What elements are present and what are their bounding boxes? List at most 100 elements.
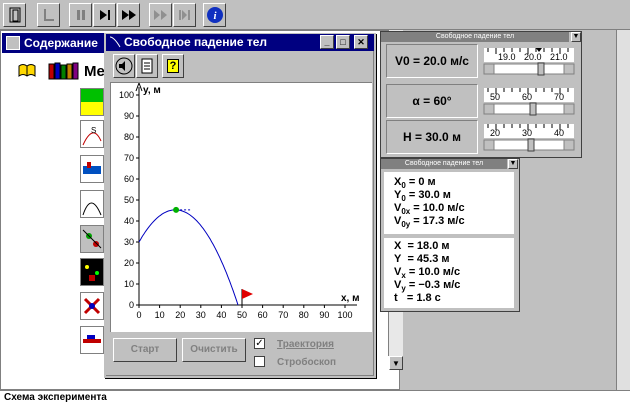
svg-text:30: 30 <box>522 128 532 138</box>
parameters-menu-icon[interactable]: ▼ <box>571 32 581 42</box>
minimize-icon[interactable]: _ <box>320 35 334 49</box>
window-icon <box>109 36 121 48</box>
result-initial-3: V0y = 17.3 м/с <box>394 215 465 230</box>
step-forward-icon[interactable] <box>93 3 116 27</box>
svg-text:40: 40 <box>554 128 564 138</box>
thumbnail-3[interactable] <box>80 155 104 183</box>
svg-text:S: S <box>91 126 96 135</box>
x-tick-label: 10 <box>155 310 165 320</box>
y-tick-label: 10 <box>124 279 134 289</box>
open-book-icon[interactable] <box>18 63 36 80</box>
books-icon[interactable] <box>48 62 80 83</box>
x-tick-label: 30 <box>196 310 206 320</box>
results-menu-icon[interactable]: ▼ <box>508 159 518 169</box>
help-title-bar: Содержание <box>2 33 105 53</box>
v0-label: V0 = 20.0 м/с <box>395 54 469 68</box>
trajectory-chart: 0 10 20 30 40 50 60 70 80 90 100 0 10 20 30 40 50 60 70 80 9… <box>119 81 360 320</box>
help-button[interactable]: ? <box>162 54 184 78</box>
x-tick-label: 70 <box>278 310 288 320</box>
thumbnail-2[interactable]: S <box>80 120 104 148</box>
step-back-icon[interactable] <box>37 3 60 27</box>
thumbnail-7[interactable] <box>80 292 104 320</box>
y-tick-label: 80 <box>124 132 134 142</box>
svg-text:20.0: 20.0 <box>524 52 542 62</box>
status-bar: Схема эксперимента <box>0 390 630 406</box>
results-title: Свободное падение тел <box>381 159 507 169</box>
scroll-down-icon[interactable]: ▼ <box>389 356 403 370</box>
y-tick-label: 50 <box>124 195 134 205</box>
thumbnail-8[interactable] <box>80 326 104 354</box>
clear-button[interactable]: Очистить <box>182 338 246 362</box>
svg-text:70: 70 <box>554 92 564 102</box>
help-title: Содержание <box>24 36 98 50</box>
height-box: H = 30.0 м <box>386 120 478 154</box>
target-flag <box>242 289 253 299</box>
disabled-step-icon[interactable] <box>149 3 172 27</box>
trajectory-checkbox[interactable]: ✓ <box>254 338 265 349</box>
thumbnail-1[interactable] <box>80 88 104 116</box>
y-tick-label: 60 <box>124 174 134 184</box>
x-axis-label: x, м <box>341 293 360 304</box>
thumbnail-4[interactable] <box>80 190 104 218</box>
y-tick-label: 40 <box>124 216 134 226</box>
y-tick-label: 70 <box>124 153 134 163</box>
y-tick-label: 100 <box>119 90 134 100</box>
alpha-slider-scale[interactable]: 50 60 70 <box>480 84 578 118</box>
y-tick-label: 30 <box>124 237 134 247</box>
thumbnail-6[interactable] <box>80 258 104 286</box>
y-tick-label: 20 <box>124 258 134 268</box>
x-tick-label: 50 <box>237 310 247 320</box>
chart-area: 0 10 20 30 40 50 60 70 80 90 100 0 10 20 30 40 50 60 70 80 9… <box>110 81 372 332</box>
trajectory-label: Траектория <box>277 339 334 350</box>
alpha-slider[interactable]: 50 60 70 <box>480 84 578 118</box>
current-point <box>173 206 180 213</box>
x-tick-label: 80 <box>299 310 309 320</box>
alpha-label: α = 60° <box>412 94 452 108</box>
x-tick-label: 20 <box>175 310 185 320</box>
svg-text:19.0: 19.0 <box>498 52 516 62</box>
main-title-bar: Свободное падение тел _ □ ✕ <box>106 34 374 51</box>
close-icon[interactable]: ✕ <box>354 35 368 49</box>
alpha-box: α = 60° <box>386 84 478 118</box>
stroboscope-checkbox[interactable] <box>254 356 265 367</box>
help-button-label: ? <box>166 59 180 73</box>
help-window-icon <box>6 36 20 50</box>
height-label: H = 30.0 м <box>403 130 461 144</box>
stroboscope-label: Стробоскоп <box>277 357 337 368</box>
x-tick-label: 0 <box>136 310 141 320</box>
status-text: Схема эксперимента <box>4 392 107 403</box>
fast-forward-icon[interactable] <box>117 3 140 27</box>
exit-icon[interactable] <box>3 3 26 27</box>
pause-icon[interactable] <box>69 3 92 27</box>
svg-text:50: 50 <box>490 92 500 102</box>
trajectory-line <box>138 209 239 306</box>
sound-icon[interactable] <box>113 54 135 78</box>
height-slider[interactable]: 20 30 40 <box>480 120 578 154</box>
help-item-label[interactable]: Ме <box>84 63 105 80</box>
svg-text:20: 20 <box>490 128 500 138</box>
right-scrollbar[interactable] <box>616 30 630 390</box>
thumbnail-5[interactable] <box>80 225 104 253</box>
main-title: Свободное падение тел <box>124 35 268 49</box>
document-icon[interactable] <box>136 54 158 78</box>
start-button[interactable]: Старт <box>113 338 177 362</box>
y-axis-label: y, м <box>143 85 161 96</box>
v0-slider-scale[interactable]: 19.0 20.0 21.0 <box>480 44 578 78</box>
v0-box: V0 = 20.0 м/с <box>386 44 478 78</box>
parameters-title: Свободное падение тел <box>381 32 569 42</box>
v0-slider[interactable]: 19.0 20.0 21.0 <box>480 44 578 78</box>
svg-text:60: 60 <box>522 92 532 102</box>
toolbar: i <box>0 0 630 30</box>
result-current-4: t = 1.8 с <box>394 292 441 304</box>
x-tick-label: 90 <box>319 310 329 320</box>
disabled-steps-icon[interactable] <box>173 3 196 27</box>
x-tick-label: 100 <box>337 310 352 320</box>
info-icon[interactable]: i <box>203 3 226 27</box>
x-tick-label: 40 <box>216 310 226 320</box>
svg-text:21.0: 21.0 <box>550 52 568 62</box>
y-tick-label: 0 <box>129 300 134 310</box>
maximize-icon[interactable]: □ <box>336 35 350 49</box>
x-tick-label: 60 <box>258 310 268 320</box>
height-slider-scale[interactable]: 20 30 40 <box>480 120 578 154</box>
y-tick-label: 90 <box>124 111 134 121</box>
